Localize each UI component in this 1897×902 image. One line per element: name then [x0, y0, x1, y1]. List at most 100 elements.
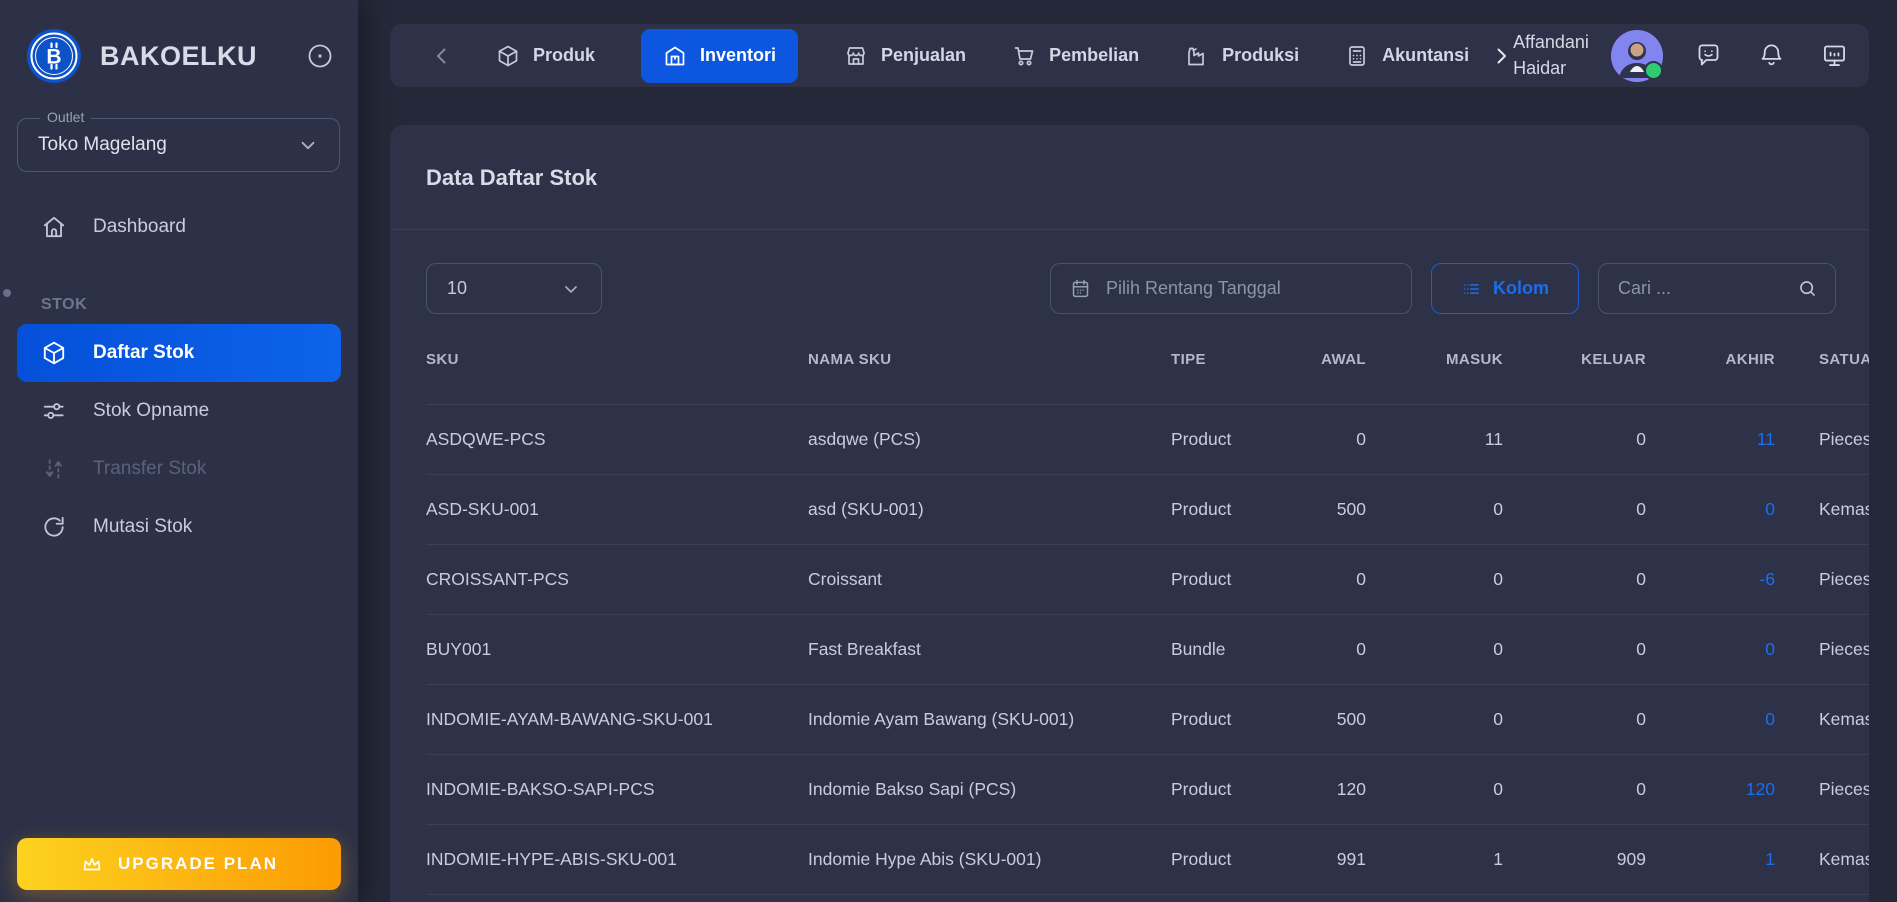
cell-akhir[interactable]: 1 — [1646, 849, 1775, 870]
table-row[interactable]: ASDQWE-PCS asdqwe (PCS) Product 0 11 0 1… — [426, 405, 1869, 475]
table-row[interactable]: INDOMIE-HYPE-ABIS-SKU-001 Indomie Hype A… — [426, 825, 1869, 895]
cell-satuan: Pieces — [1819, 429, 1869, 449]
tab-penjualan[interactable]: Penjualan — [844, 44, 966, 68]
search-icon[interactable] — [1797, 278, 1818, 299]
sidebar-item-mutasi-stok[interactable]: Mutasi Stok — [17, 498, 341, 556]
sidebar-item-daftar-stok[interactable]: Daftar Stok — [17, 324, 341, 382]
collapse-sidebar-icon[interactable] — [306, 42, 334, 70]
cell-satuan: Pieces — [1819, 639, 1869, 659]
cube-icon — [496, 44, 520, 68]
table-row[interactable]: INDOMIE-BAKSO-SAPI-PCS Indomie Bakso Sap… — [426, 755, 1869, 825]
tab-akuntansi[interactable]: Akuntansi — [1345, 44, 1469, 68]
cell-awal: 500 — [1336, 499, 1366, 519]
cart-icon — [1012, 44, 1036, 68]
tab-inventori[interactable]: Inventori — [641, 28, 799, 83]
section-bullet — [3, 289, 11, 297]
kolom-button[interactable]: Kolom — [1431, 263, 1579, 314]
sidebar-item-label: Dashboard — [93, 216, 186, 237]
sidebar-item-transfer-stok[interactable]: Transfer Stok — [17, 440, 341, 498]
cell-masuk: 0 — [1493, 639, 1503, 659]
cell-tipe: Product — [1171, 709, 1232, 729]
storefront-icon — [844, 44, 868, 68]
outlet-value: Toko Magelang — [38, 134, 167, 155]
search-input[interactable] — [1616, 277, 1787, 300]
cell-awal: 120 — [1336, 779, 1366, 799]
monitor-icon[interactable] — [1821, 42, 1848, 69]
cell-masuk: 0 — [1493, 709, 1503, 729]
search-box[interactable] — [1598, 263, 1836, 314]
upgrade-plan-button[interactable]: UPGRADE PLAN — [17, 838, 341, 890]
date-range-picker[interactable]: Pilih Rentang Tanggal — [1050, 263, 1412, 314]
cell-keluar: 0 — [1636, 639, 1646, 659]
cell-sku: INDOMIE-BAKSO-SAPI-PCS — [426, 779, 655, 799]
date-range-placeholder: Pilih Rentang Tanggal — [1106, 278, 1281, 298]
cell-keluar: 0 — [1636, 499, 1646, 519]
cell-akhir[interactable]: 0 — [1646, 709, 1775, 730]
bakoelku-logo-icon: B — [26, 28, 82, 84]
bell-icon[interactable] — [1758, 42, 1785, 69]
warehouse-icon — [663, 44, 687, 68]
cell-satuan: Kemasan — [1819, 849, 1869, 869]
tab-pembelian[interactable]: Pembelian — [1012, 44, 1139, 68]
column-header-nama-sku: NAMA SKU — [808, 350, 892, 368]
chat-icon[interactable] — [1695, 42, 1722, 69]
cell-tipe: Product — [1171, 849, 1232, 869]
tab-produksi[interactable]: Produksi — [1185, 44, 1299, 68]
sidebar-item-dashboard[interactable]: Dashboard — [17, 198, 341, 256]
cell-nama-sku: Fast Breakfast — [808, 639, 921, 659]
chevron-down-icon — [561, 279, 581, 299]
column-header-masuk: MASUK — [1446, 350, 1503, 368]
cell-akhir[interactable]: 11 — [1646, 429, 1775, 450]
rotate-icon — [41, 514, 67, 540]
tab-label: Penjualan — [881, 45, 967, 65]
cell-sku: INDOMIE-HYPE-ABIS-SKU-001 — [426, 849, 677, 869]
column-header-tipe: TIPE — [1171, 350, 1206, 368]
calendar-icon — [1070, 278, 1091, 299]
cell-tipe: Product — [1171, 429, 1232, 449]
cell-akhir[interactable]: 120 — [1646, 779, 1775, 800]
cell-keluar: 0 — [1636, 429, 1646, 449]
cell-akhir[interactable]: 0 — [1646, 499, 1775, 520]
cell-keluar: 0 — [1636, 779, 1646, 799]
page-size-value: 10 — [447, 278, 468, 298]
chevron-right-icon[interactable] — [1489, 44, 1513, 68]
tab-produk[interactable]: Produk — [496, 44, 595, 68]
user-name[interactable]: Affandani Haidar — [1513, 30, 1589, 80]
cell-satuan: Kemasan — [1819, 499, 1869, 519]
user-avatar[interactable] — [1610, 29, 1663, 82]
sidebar-item-label: Daftar Stok — [93, 342, 195, 363]
cell-tipe: Product — [1171, 569, 1232, 589]
home-icon — [41, 214, 67, 240]
cell-akhir[interactable]: 0 — [1646, 639, 1775, 660]
cell-akhir[interactable]: -6 — [1646, 569, 1775, 590]
table-row[interactable]: INDOMIE-AYAM-BAWANG-SKU-001 Indomie Ayam… — [426, 685, 1869, 755]
table-row[interactable]: CROISSANT-PCS Croissant Product 0 0 0 -6… — [426, 545, 1869, 615]
table-row[interactable]: BUY001 Fast Breakfast Bundle 0 0 0 0 Pie… — [426, 615, 1869, 685]
column-header-akhir: AKHIR — [1725, 350, 1775, 368]
page-title: Data Daftar Stok — [426, 165, 598, 190]
column-header-sku: SKU — [426, 350, 459, 368]
outlet-selector[interactable]: Outlet Toko Magelang — [17, 109, 340, 172]
page-size-select[interactable]: 10 — [426, 263, 602, 314]
cell-satuan: Kemasan — [1819, 709, 1869, 729]
sidebar-item-stok-opname[interactable]: Stok Opname — [17, 382, 341, 440]
stock-table: SKU NAMA SKU TIPE AWAL MASUK KELUAR AKHI… — [426, 314, 1869, 895]
brand-header: B BAKOELKU — [0, 0, 358, 84]
column-header-keluar: KELUAR — [1581, 350, 1646, 368]
cell-masuk: 1 — [1493, 849, 1503, 869]
user-name-line2: Haidar — [1513, 57, 1567, 78]
user-name-line1: Affandani — [1513, 32, 1589, 53]
tab-label: Produksi — [1222, 45, 1300, 65]
cell-nama-sku: asd (SKU-001) — [808, 499, 924, 519]
column-header-awal: AWAL — [1321, 350, 1366, 368]
chevron-left-icon[interactable] — [430, 44, 454, 68]
cell-masuk: 0 — [1493, 499, 1503, 519]
sidebar-item-label: Mutasi Stok — [93, 516, 193, 537]
cell-masuk: 0 — [1493, 569, 1503, 589]
sidebar: B BAKOELKU Outlet Toko Magelang Dashboar… — [0, 0, 358, 902]
cell-keluar: 0 — [1636, 709, 1646, 729]
cell-awal: 500 — [1336, 709, 1366, 729]
crown-icon — [80, 852, 104, 876]
table-row[interactable]: ASD-SKU-001 asd (SKU-001) Product 500 0 … — [426, 475, 1869, 545]
sidebar-item-label: Transfer Stok — [93, 458, 207, 479]
